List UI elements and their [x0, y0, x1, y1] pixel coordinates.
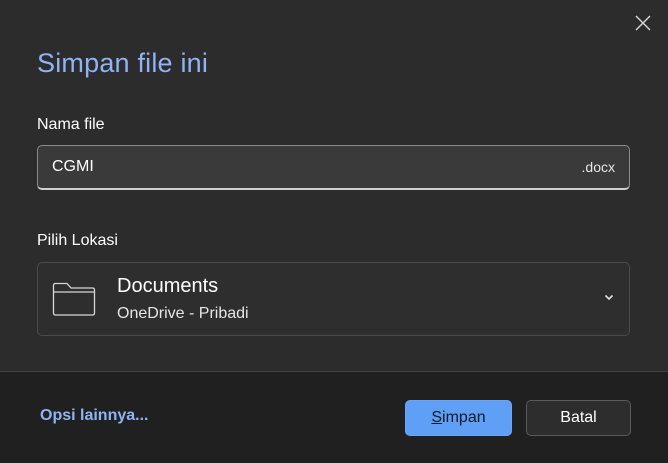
filename-field[interactable]: .docx — [37, 145, 630, 190]
location-picker[interactable]: Documents OneDrive - Pribadi — [37, 262, 630, 336]
cancel-button-label: Batal — [560, 409, 597, 426]
more-options-link[interactable]: Opsi lainnya... — [40, 407, 148, 425]
dialog-title: Simpan file ini — [37, 48, 209, 78]
folder-icon — [52, 282, 96, 316]
location-name: Documents — [117, 275, 219, 297]
close-button[interactable] — [628, 8, 658, 38]
filename-label: Nama file — [37, 116, 105, 133]
location-subtitle: OneDrive - Pribadi — [117, 305, 249, 322]
filename-input[interactable] — [38, 146, 582, 188]
save-button-mnemonic: S — [431, 409, 443, 426]
dialog-footer: Opsi lainnya... Simpan Batal — [0, 372, 668, 463]
cancel-button[interactable]: Batal — [526, 400, 631, 436]
close-icon — [635, 15, 651, 31]
save-button[interactable]: Simpan — [405, 400, 512, 436]
chevron-down-icon — [604, 294, 614, 301]
file-extension: .docx — [581, 159, 615, 175]
location-label: Pilih Lokasi — [37, 232, 118, 249]
save-button-label: impan — [442, 409, 486, 426]
save-file-dialog: Simpan file ini Nama file .docx Pilih Lo… — [0, 0, 668, 463]
